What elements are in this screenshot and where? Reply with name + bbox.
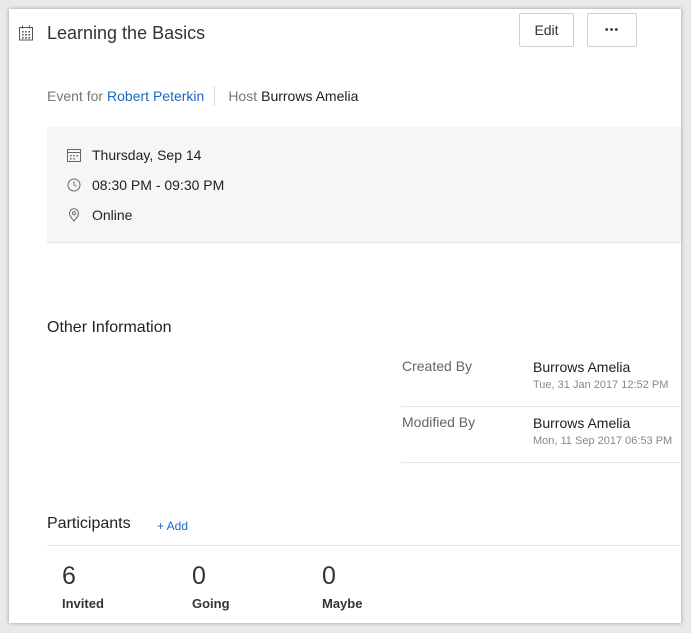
event-date: Thursday, Sep 14: [92, 147, 202, 163]
other-information-title: Other Information: [47, 319, 172, 336]
event-title: Learning the Basics: [47, 23, 206, 43]
going-stat: 0 Going: [192, 562, 230, 611]
going-count: 0: [192, 562, 206, 590]
event-for-link[interactable]: Robert Peterkin: [107, 88, 204, 104]
invited-count: 6: [62, 562, 76, 590]
invited-stat: 6 Invited: [62, 562, 104, 611]
created-by-timestamp: Tue, 31 Jan 2017 12:52 PM: [533, 379, 669, 391]
created-by-label: Created By: [402, 358, 473, 374]
location-pin-icon: [68, 208, 80, 222]
meta-divider: [214, 86, 216, 106]
event-location: Online: [92, 207, 133, 223]
more-dots-icon: •••: [604, 24, 620, 36]
edit-button[interactable]: Edit: [519, 13, 574, 47]
created-by-row: Created By Burrows Amelia Tue, 31 Jan 20…: [401, 350, 681, 407]
event-time: 08:30 PM - 09:30 PM: [92, 177, 225, 193]
maybe-count: 0: [322, 562, 336, 590]
going-label: Going: [192, 596, 230, 611]
host-name: Burrows Amelia: [261, 88, 359, 104]
event-meta: Event for Robert Peterkin Host Burrows A…: [47, 86, 359, 106]
created-by-value: Burrows Amelia: [533, 359, 631, 375]
invited-label: Invited: [62, 596, 104, 611]
modified-by-row: Modified By Burrows Amelia Mon, 11 Sep 2…: [401, 406, 681, 463]
event-location-row: Online: [67, 207, 132, 223]
add-participant-link[interactable]: + Add: [157, 519, 188, 533]
event-date-row: Thursday, Sep 14: [67, 147, 201, 163]
clock-icon: [67, 178, 81, 192]
event-for-label: Event for: [47, 88, 104, 104]
more-options-button[interactable]: •••: [587, 13, 637, 47]
participants-divider: [47, 545, 681, 546]
event-details-box: Thursday, Sep 14 08:30 PM - 09:30 PM Onl…: [47, 127, 681, 243]
modified-by-value: Burrows Amelia: [533, 415, 631, 431]
calendar-icon: [67, 149, 81, 162]
modified-by-timestamp: Mon, 11 Sep 2017 06:53 PM: [533, 435, 673, 447]
maybe-label: Maybe: [322, 596, 363, 611]
event-time-row: 08:30 PM - 09:30 PM: [67, 177, 224, 193]
maybe-stat: 0 Maybe: [322, 562, 362, 611]
event-detail-panel: Learning the Basics Edit ••• Event for R…: [9, 9, 681, 623]
participants-title: Participants: [47, 515, 131, 532]
calendar-grid-icon: [19, 25, 33, 41]
modified-by-label: Modified By: [402, 414, 476, 430]
host-label: Host: [228, 88, 258, 104]
